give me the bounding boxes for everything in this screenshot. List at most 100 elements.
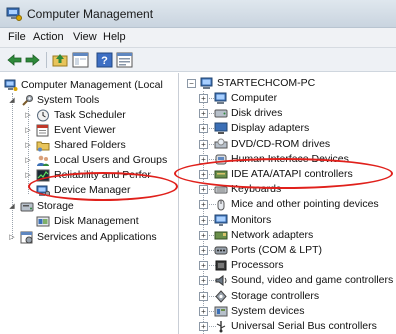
tree-item-task-scheduler[interactable]: ▷ Task Scheduler bbox=[24, 108, 178, 123]
services-icon bbox=[20, 231, 33, 244]
tree-item-label: Storage bbox=[37, 200, 74, 212]
collapse-box-icon[interactable]: − bbox=[187, 79, 196, 88]
computer-icon bbox=[214, 92, 227, 104]
device-category-disk-drives[interactable]: + Disk drives bbox=[199, 106, 395, 121]
display-adapter-icon bbox=[214, 122, 228, 135]
device-category-label: Storage controllers bbox=[231, 289, 320, 302]
device-category-network-adapters[interactable]: + Network adapters bbox=[199, 228, 395, 243]
expand-box-icon[interactable]: + bbox=[199, 170, 208, 179]
expand-box-icon[interactable]: + bbox=[199, 124, 208, 134]
device-category-dvd-cd-rom-drives[interactable]: + DVD/CD-ROM drives bbox=[199, 137, 395, 152]
expand-box-icon[interactable]: + bbox=[199, 154, 208, 164]
expand-box-icon[interactable]: + bbox=[199, 109, 208, 119]
collapse-arrow-icon[interactable]: ◢ bbox=[8, 203, 16, 211]
expand-arrow-icon[interactable]: ▷ bbox=[24, 172, 32, 180]
device-category-human-interface-devices[interactable]: + Human Interface Devices bbox=[199, 152, 395, 167]
forward-arrow-icon[interactable] bbox=[24, 52, 41, 68]
sound-icon bbox=[215, 275, 227, 287]
tree-item-label: Event Viewer bbox=[54, 124, 116, 136]
collapse-arrow-icon[interactable]: ◢ bbox=[8, 97, 16, 105]
tree-item-reliability-and-performance[interactable]: ▷ Reliability and Perfor bbox=[24, 168, 178, 183]
device-category-sound-video-and-game-controllers[interactable]: + Sound, video and game controllers bbox=[199, 273, 395, 288]
device-tree-root[interactable]: − STARTECHCOM-PC bbox=[187, 76, 392, 91]
device-category-ports-com-lpt[interactable]: + Ports (COM & LPT) bbox=[199, 243, 395, 258]
expand-box-icon[interactable]: + bbox=[199, 215, 208, 225]
tree-item-device-manager[interactable]: Device Manager bbox=[24, 183, 178, 198]
monitor-icon bbox=[214, 214, 228, 226]
expand-box-icon[interactable]: + bbox=[199, 230, 208, 240]
expand-arrow-icon[interactable]: ▷ bbox=[8, 234, 16, 242]
disk-management-icon bbox=[36, 216, 50, 227]
tree-item-label: Services and Applications bbox=[37, 231, 157, 243]
computer-management-window: Computer Management File Action View Hel… bbox=[0, 0, 396, 334]
device-category-mice-and-other-pointing-devices[interactable]: + Mice and other pointing devices bbox=[199, 197, 395, 212]
tree-item-shared-folders[interactable]: ▷ Shared Folders bbox=[24, 138, 178, 153]
help-icon[interactable]: ? bbox=[96, 52, 113, 68]
device-category-label: Sound, video and game controllers bbox=[231, 274, 394, 287]
expand-box-icon[interactable]: + bbox=[199, 322, 208, 331]
expand-arrow-icon[interactable]: ▷ bbox=[24, 157, 32, 165]
computer-management-icon bbox=[4, 79, 18, 91]
device-category-label: Processors bbox=[231, 259, 284, 272]
dvd-icon bbox=[214, 138, 228, 149]
device-tree-root-label: STARTECHCOM-PC bbox=[217, 77, 316, 89]
device-category-label: Computer bbox=[231, 92, 278, 104]
tree-item-local-users-and-groups[interactable]: ▷ Local Users and Groups bbox=[24, 153, 178, 168]
device-tree[interactable]: − STARTECHCOM-PC + Computer + Disk drives + D… bbox=[181, 73, 396, 334]
expand-box-icon[interactable]: + bbox=[199, 291, 208, 301]
tree-item-event-viewer[interactable]: ▷ Event Viewer bbox=[24, 123, 178, 138]
device-category-storage-controllers[interactable]: + Storage controllers bbox=[199, 289, 395, 304]
device-category-keyboards[interactable]: + Keyboards bbox=[199, 182, 395, 197]
device-category-processors[interactable]: + Processors bbox=[199, 258, 395, 273]
tree-item-services-and-applications[interactable]: ▷ Services and Applications bbox=[8, 230, 178, 245]
tree-item-label: Disk Management bbox=[54, 215, 139, 227]
up-folder-icon[interactable] bbox=[52, 52, 69, 68]
tree-item-system-tools[interactable]: ◢ System Tools bbox=[8, 93, 178, 108]
expand-box-icon[interactable]: + bbox=[199, 94, 208, 103]
tree-item-label: Shared Folders bbox=[54, 139, 126, 151]
system-devices-icon bbox=[214, 306, 228, 317]
device-category-computer[interactable]: + Computer bbox=[199, 91, 395, 106]
processor-icon bbox=[215, 260, 227, 271]
menu-bar: File Action View Help bbox=[0, 28, 396, 48]
tree-item-storage[interactable]: ◢ Storage bbox=[8, 199, 178, 214]
menu-action[interactable]: Action bbox=[33, 31, 64, 43]
device-category-label: System devices bbox=[231, 304, 305, 317]
toolbar: ? bbox=[0, 48, 396, 72]
expand-box-icon[interactable]: + bbox=[199, 139, 208, 149]
storage-icon bbox=[20, 202, 34, 212]
device-category-label: Disk drives bbox=[231, 107, 283, 120]
tools-icon bbox=[22, 95, 33, 106]
expand-box-icon[interactable]: + bbox=[199, 200, 208, 210]
tree-item-computer-management[interactable]: Computer Management (Local bbox=[4, 78, 178, 93]
expand-box-icon[interactable]: + bbox=[199, 185, 208, 195]
expand-box-icon[interactable]: + bbox=[199, 276, 208, 286]
properties-icon[interactable] bbox=[116, 52, 133, 68]
expand-box-icon[interactable]: + bbox=[199, 246, 208, 255]
device-category-display-adapters[interactable]: + Display adapters bbox=[199, 121, 395, 136]
tree-item-label: Reliability and Perfor bbox=[54, 169, 151, 181]
expand-arrow-icon[interactable]: ▷ bbox=[24, 142, 32, 150]
expand-arrow-icon[interactable]: ▷ bbox=[24, 112, 32, 120]
expand-arrow-icon[interactable]: ▷ bbox=[24, 127, 32, 135]
device-category-label: IDE ATA/ATAPI controllers bbox=[231, 168, 353, 180]
device-category-label: Ports (COM & LPT) bbox=[231, 244, 323, 256]
device-category-monitors[interactable]: + Monitors bbox=[199, 213, 395, 228]
device-category-universal-serial-bus-controllers[interactable]: + Universal Serial Bus controllers bbox=[199, 319, 395, 334]
back-arrow-icon[interactable] bbox=[6, 52, 23, 68]
tree-item-disk-management[interactable]: Disk Management bbox=[24, 214, 178, 229]
show-hide-tree-icon[interactable] bbox=[72, 52, 89, 68]
console-tree[interactable]: Computer Management (Local ◢ System Tool… bbox=[0, 73, 179, 334]
title-bar[interactable]: Computer Management bbox=[0, 0, 396, 28]
performance-icon bbox=[36, 169, 50, 182]
device-category-system-devices[interactable]: + System devices bbox=[199, 304, 395, 319]
device-category-ide-ata-atapi-controllers[interactable]: + IDE ATA/ATAPI controllers bbox=[199, 167, 395, 182]
network-adapter-icon bbox=[214, 231, 228, 240]
menu-file[interactable]: File bbox=[8, 31, 26, 43]
menu-help[interactable]: Help bbox=[103, 31, 126, 43]
device-category-label: DVD/CD-ROM drives bbox=[231, 137, 331, 150]
port-icon bbox=[214, 246, 228, 255]
menu-view[interactable]: View bbox=[73, 31, 97, 43]
expand-box-icon[interactable]: + bbox=[199, 261, 208, 271]
expand-box-icon[interactable]: + bbox=[199, 306, 208, 316]
